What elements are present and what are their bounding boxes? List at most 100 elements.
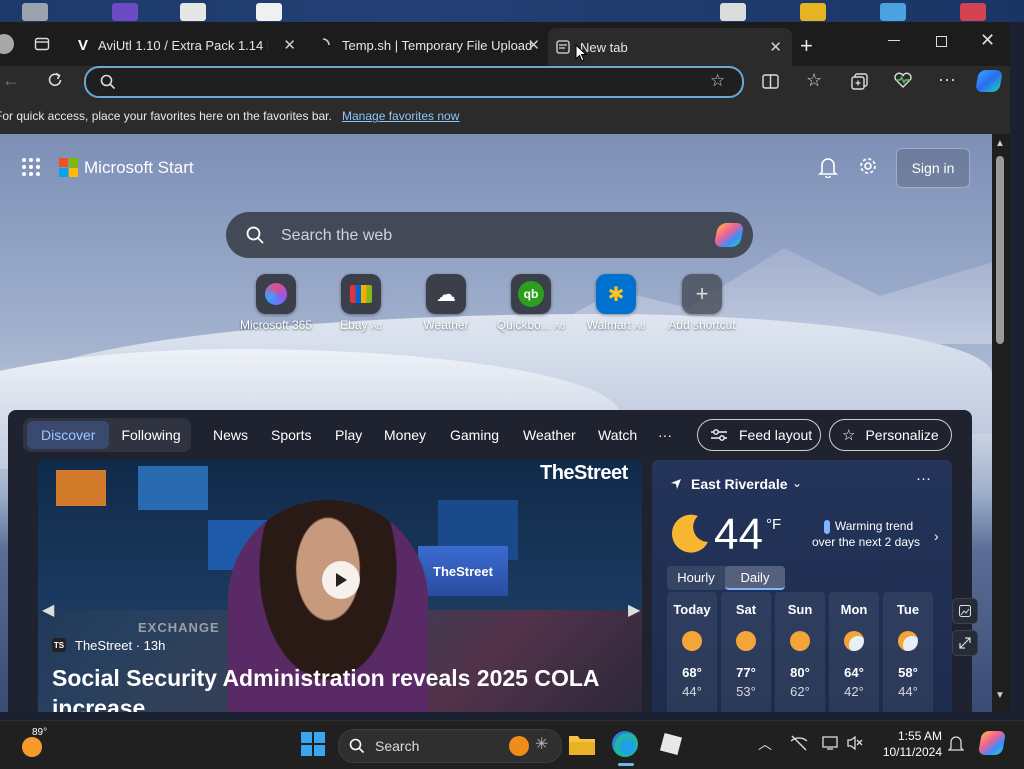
temperature-unit[interactable]: °F [766, 516, 781, 533]
taskbar-temperature: 89° [32, 727, 48, 738]
scroll-down-arrow-icon[interactable]: ▼ [995, 690, 1005, 701]
tab-aviutl[interactable]: V AviUtl 1.10 / Extra Pack 1.14 Free ✕ [70, 29, 306, 61]
more-options-icon[interactable]: ··· [938, 69, 956, 90]
page-scrollbar[interactable]: ▲ ▼ [992, 134, 1010, 712]
daily-toggle[interactable]: Daily [725, 566, 785, 590]
desktop-icon[interactable] [800, 3, 826, 21]
location-chevron-icon[interactable]: ⌄ [792, 476, 802, 490]
scroll-up-arrow-icon[interactable]: ▲ [995, 138, 1005, 149]
tab-temp-sh[interactable]: Temp.sh | Temporary File Upload ✕ [310, 29, 550, 61]
address-bar[interactable]: ☆ [84, 66, 744, 98]
favorites-icon[interactable]: ☆ [806, 70, 822, 91]
quicklink-ebay[interactable]: Ebay Ad [316, 274, 406, 332]
split-screen-icon[interactable] [762, 74, 779, 89]
scrollbar-thumb[interactable] [996, 156, 1004, 344]
copilot-icon[interactable] [713, 223, 745, 247]
weather-location[interactable]: East Riverdale [691, 476, 788, 492]
category-money[interactable]: Money [384, 418, 426, 452]
quicklink-microsoft-365[interactable]: Microsoft 365 [231, 274, 321, 332]
browser-essentials-icon[interactable] [893, 72, 913, 89]
taskbar-search-box[interactable]: Search ✳ [338, 729, 562, 763]
quicklink-add-shortcut[interactable]: + Add shortcut [657, 274, 747, 332]
play-button-icon[interactable] [322, 561, 360, 599]
close-tab-icon[interactable]: ✕ [769, 38, 782, 56]
wallpaper-image-icon[interactable] [952, 598, 978, 624]
desktop-icon[interactable] [720, 3, 746, 21]
web-search-box[interactable]: Search the web [226, 212, 753, 258]
article-headline[interactable]: Social Security Administration reveals 2… [52, 663, 612, 712]
category-news[interactable]: News [213, 418, 248, 452]
collections-icon[interactable] [851, 73, 868, 90]
hourly-toggle[interactable]: Hourly [667, 566, 725, 590]
quicklink-quickbooks[interactable]: qb Quickbo... Ad [486, 274, 576, 332]
clock[interactable]: 1:55 AM 10/11/2024 [872, 728, 942, 760]
weather-more-icon[interactable]: ··· [916, 470, 931, 487]
refresh-icon[interactable] [46, 71, 64, 89]
volume-muted-icon[interactable] [846, 735, 864, 751]
category-sports[interactable]: Sports [271, 418, 311, 452]
forecast-day[interactable]: Mon 64° 42° [829, 592, 879, 712]
back-icon[interactable]: ← [2, 70, 20, 91]
close-window-icon[interactable]: ✕ [980, 30, 995, 51]
forecast-day[interactable]: Tue 58° 44° [883, 592, 933, 712]
forecast-day[interactable]: Today 68° 44° [667, 592, 717, 712]
desktop-icon[interactable] [112, 3, 138, 21]
tab-following[interactable]: Following [121, 427, 180, 443]
more-categories-icon[interactable]: ··· [658, 418, 672, 452]
feed-layout-button[interactable]: Feed layout [697, 419, 821, 451]
file-explorer-icon[interactable] [568, 731, 596, 759]
toolbar: ← ☆ ☆ ··· [0, 66, 1010, 98]
favorite-star-icon[interactable]: ☆ [710, 71, 725, 91]
copilot-icon[interactable] [975, 70, 1003, 92]
category-weather[interactable]: Weather [523, 418, 576, 452]
maximize-icon[interactable] [936, 36, 947, 47]
desktop-icon[interactable] [180, 3, 206, 21]
category-play[interactable]: Play [335, 418, 362, 452]
personalize-button[interactable]: ☆ Personalize [829, 419, 952, 451]
next-arrow-icon[interactable]: ▶ [628, 600, 640, 620]
notifications-bell-icon[interactable] [818, 156, 838, 178]
apps-launcher-icon[interactable] [22, 158, 40, 176]
expand-icon[interactable] [952, 630, 978, 656]
desktop-icon[interactable] [960, 3, 986, 21]
hero-video-card[interactable]: TheStreet EXCHANGE TheStreet ◀ ▶ TS TheS… [38, 460, 642, 712]
notification-bell-icon[interactable] [948, 735, 964, 753]
profile-avatar[interactable] [0, 34, 14, 54]
roblox-icon[interactable] [658, 731, 686, 759]
address-input[interactable] [126, 72, 690, 94]
tab-discover[interactable]: Discover [27, 421, 110, 449]
settings-gear-icon[interactable] [858, 156, 878, 176]
close-tab-icon[interactable]: ✕ [283, 36, 296, 54]
forecast-day[interactable]: Sat 77° 53° [721, 592, 771, 712]
desktop-icon[interactable] [256, 3, 282, 21]
copilot-icon[interactable] [977, 731, 1007, 755]
search-placeholder: Search the web [281, 227, 393, 244]
forecast-toggle: Hourly Daily [667, 566, 785, 590]
feed-panel: Discover Following News Sports Play Mone… [8, 410, 972, 712]
weather-card[interactable]: East Riverdale ⌄ ··· 44 °F Warming trend… [652, 460, 952, 712]
minimize-icon[interactable] [888, 40, 900, 41]
category-watch[interactable]: Watch [598, 418, 637, 452]
new-tab-plus-icon[interactable]: + [800, 33, 813, 59]
weather-widget[interactable]: 89° [14, 727, 54, 761]
quicklink-weather[interactable]: ☁ Weather [401, 274, 491, 332]
tab-actions-icon[interactable] [34, 36, 50, 52]
network-off-icon[interactable] [790, 735, 808, 751]
forecast-day[interactable]: Sun 80° 62° [775, 592, 825, 712]
manage-favorites-link[interactable]: Manage favorites now [342, 109, 459, 123]
category-gaming[interactable]: Gaming [450, 418, 499, 452]
desktop-icon[interactable] [22, 3, 48, 21]
edge-browser-icon[interactable] [612, 731, 640, 766]
quicklink-walmart[interactable]: ✱ Walmart Ad [571, 274, 661, 332]
sign-in-button[interactable]: Sign in [896, 148, 970, 188]
weather-trend[interactable]: Warming trend over the next 2 days [802, 518, 930, 550]
trend-line-2: over the next 2 days [811, 535, 921, 549]
close-tab-icon[interactable]: ✕ [527, 36, 540, 54]
trend-chevron-icon[interactable]: › [934, 528, 939, 544]
previous-arrow-icon[interactable]: ◀ [42, 600, 54, 620]
start-windows-icon[interactable] [300, 731, 328, 759]
desktop-icon[interactable] [880, 3, 906, 21]
brand-title[interactable]: Microsoft Start [84, 158, 194, 178]
display-icon[interactable] [822, 735, 838, 751]
show-hidden-icons-chevron[interactable]: ︿ [758, 734, 772, 754]
